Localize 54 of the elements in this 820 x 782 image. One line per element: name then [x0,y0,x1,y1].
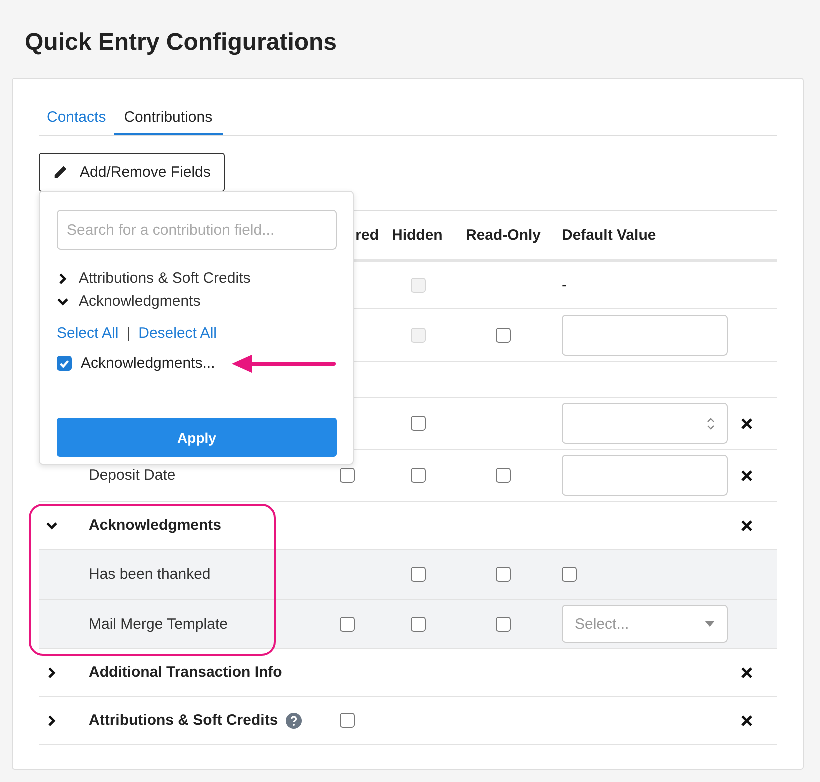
select-dropdown[interactable]: Select... [562,605,728,643]
group-label: Additional Transaction Info [89,664,282,681]
tree-item[interactable]: Attributions & Soft Credits [57,267,336,290]
checkbox[interactable] [57,356,72,370]
help-icon[interactable] [286,712,302,728]
separator: | [126,324,131,342]
checkbox[interactable] [496,616,511,632]
field-label: Has been thanked [89,566,211,583]
checkbox[interactable] [411,468,426,483]
group-label: Attributions & Soft Credits [89,712,278,729]
checkbox[interactable] [562,567,577,582]
chevron-right-icon[interactable] [46,666,58,678]
add-remove-fields-button[interactable]: Add/Remove Fields [39,153,225,192]
remove-icon[interactable] [741,520,753,532]
checkbox[interactable] [340,713,355,728]
tab[interactable]: Contributions [114,103,223,135]
apply-button[interactable]: Apply [57,418,337,457]
field-label: Deposit Date [89,467,176,484]
column-header: Hidden [391,226,444,244]
spinner-icon[interactable] [707,416,715,430]
chevron-right-icon[interactable] [46,714,58,726]
input-field[interactable] [562,455,728,496]
column-header: Default Value [561,226,658,244]
checkbox[interactable] [411,616,426,632]
checkbox[interactable] [496,468,511,483]
remove-icon[interactable] [741,666,753,678]
option-label: Acknowledgments... [81,354,216,372]
input-field[interactable] [562,314,728,356]
default-value: - [562,276,567,294]
group-label: Acknowledgments [89,517,222,534]
remove-icon[interactable] [741,418,753,430]
caret-icon [705,621,715,627]
checkbox[interactable] [496,328,511,342]
tab[interactable]: Contacts [39,103,114,135]
remove-icon[interactable] [741,714,753,726]
column-header: red [354,226,380,244]
checkbox[interactable] [340,616,355,632]
checkbox[interactable] [411,567,426,582]
number-field[interactable] [562,403,728,444]
page-title: Quick Entry Configurations [25,28,338,58]
checkbox[interactable] [340,468,355,483]
checkbox[interactable] [411,416,426,431]
checkbox[interactable] [496,567,511,582]
chevron-right-icon[interactable] [57,272,69,284]
pencil-icon [53,165,68,180]
field-label: Mail Merge Template [89,616,228,632]
remove-icon[interactable] [741,470,753,482]
tree-item[interactable]: Acknowledgments [57,290,336,313]
select-all-link[interactable]: Select All [57,324,119,342]
deselect-all-link[interactable]: Deselect All [138,324,217,342]
column-header: Read-Only [465,226,542,244]
chevron-down-icon[interactable] [46,520,58,532]
search-field[interactable]: Search for a contribution field... [57,210,337,250]
chevron-down-icon[interactable] [57,296,69,308]
